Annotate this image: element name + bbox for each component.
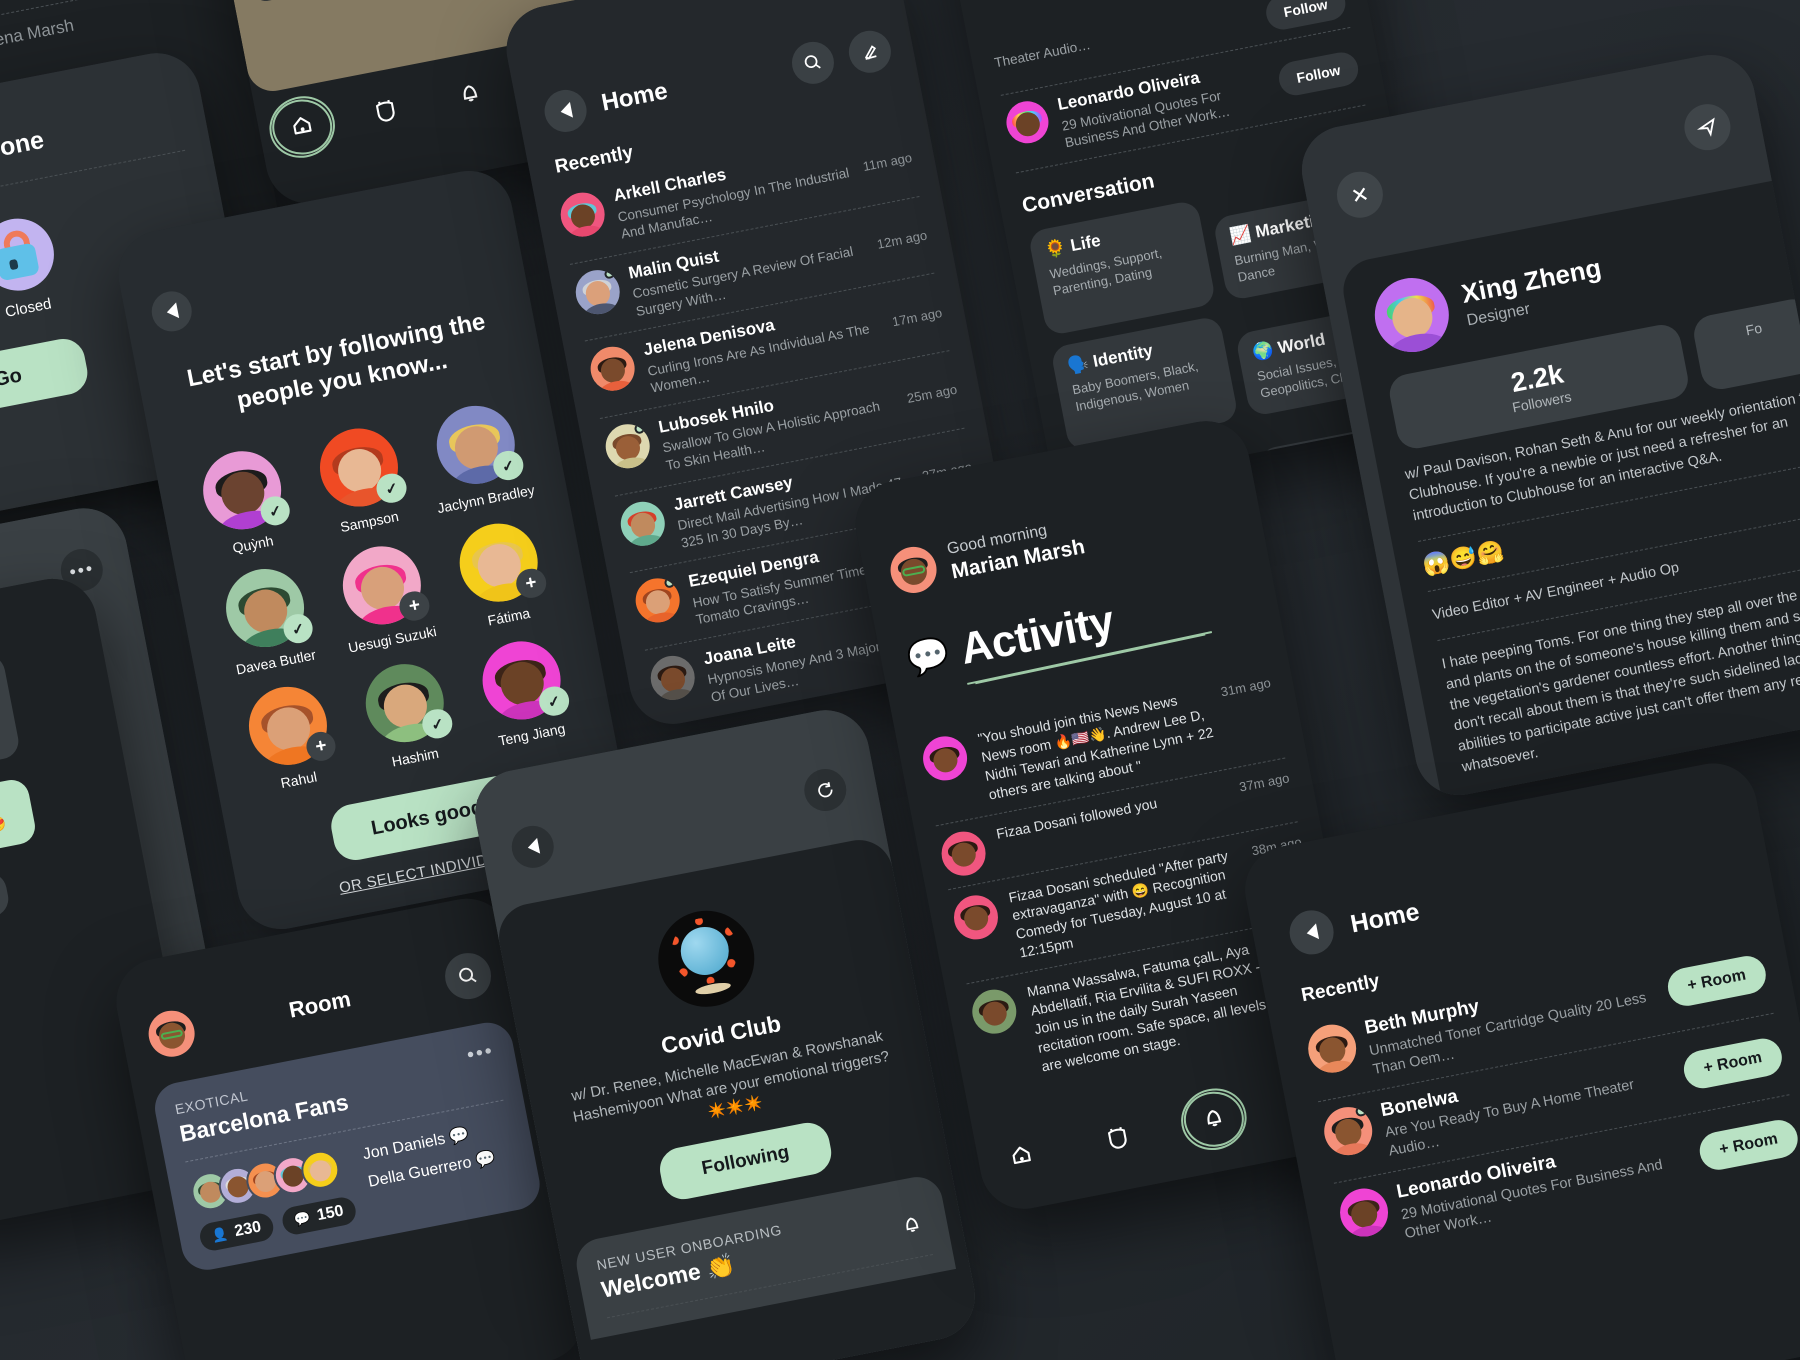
virus-icon — [650, 902, 763, 1016]
avatar — [937, 827, 990, 879]
avatar — [571, 265, 624, 318]
topic-name: Life — [1068, 230, 1103, 255]
online-badge — [1355, 1104, 1368, 1118]
person-icon: 👤 — [210, 1225, 230, 1244]
back-arrow-icon[interactable] — [508, 822, 558, 872]
chat-message-in: Despite the fact that every advertisemen… — [0, 652, 22, 802]
ellipsis-icon[interactable]: ••• — [465, 1040, 496, 1068]
speech-bubble-icon: 💬 — [904, 633, 953, 680]
listener-count: 👤 230 — [197, 1211, 276, 1253]
avatar — [1002, 97, 1053, 147]
follow-person[interactable]: ✓ Teng Jiang — [460, 632, 588, 753]
follow-person[interactable]: ✓ Jaclynn Bradley — [414, 396, 542, 517]
bell-icon[interactable] — [1172, 1079, 1255, 1159]
list-item-time: 17m ago — [890, 304, 944, 329]
page-title: Home — [1348, 897, 1422, 939]
speech-bubble-icon: 💬 — [447, 1125, 471, 1147]
list-item-time: 25m ago — [905, 381, 959, 407]
avatar — [950, 891, 1002, 943]
avatar[interactable] — [144, 1006, 199, 1061]
calendar-icon[interactable] — [1097, 1115, 1138, 1160]
list-item-time: 11m ago — [861, 150, 914, 175]
activity-time: 37m ago — [1237, 769, 1291, 795]
chat-message-in: Despite the fact that — [0, 869, 12, 952]
online-badge — [634, 422, 646, 435]
screen-profile: Xing Zheng Designer 2.2k Followers Fo w/… — [1294, 47, 1800, 803]
calendar-icon[interactable] — [365, 88, 406, 133]
lets-go-button[interactable]: Let's Go — [0, 335, 92, 431]
chat-message-out: Despite the fact that every an advertise… — [0, 776, 38, 888]
avatar — [1368, 271, 1456, 359]
lock-icon — [0, 212, 61, 297]
search-icon[interactable] — [441, 949, 496, 1004]
avatar — [646, 651, 699, 704]
bell-icon[interactable] — [449, 72, 490, 117]
showcase-canvas: News ••• Lena Marsh Start a room Open to… — [0, 0, 1800, 1360]
room-card[interactable]: EXOTICAL Barcelona Fans ••• 👤 230 💬 150 … — [150, 1018, 545, 1275]
avatar — [1319, 1102, 1377, 1159]
topic-emoji-icon: 💡 — [1273, 455, 1298, 479]
speech-bubble-icon: 💬 — [474, 1149, 497, 1170]
follow-person[interactable]: + Rahul — [227, 677, 355, 798]
topic-emoji-icon: 🌍 — [1250, 339, 1276, 363]
refresh-icon[interactable] — [800, 765, 850, 815]
follow-button[interactable]: Follow — [1275, 49, 1362, 99]
comment-icon: 💬 — [292, 1209, 312, 1228]
home-icon[interactable] — [260, 86, 344, 167]
stat-label: Fo — [1744, 319, 1764, 339]
page-title: Room — [286, 986, 353, 1023]
listener-count: 👤 49 — [249, 0, 319, 4]
add-room-button[interactable]: + Room — [1680, 1035, 1786, 1092]
topic-name: World — [1276, 329, 1327, 358]
avatar — [631, 574, 684, 627]
online-badge — [603, 268, 616, 280]
screen-home-right: Home Recently Beth Murphy Unmatched Tone… — [1237, 755, 1800, 1360]
follow-person[interactable]: ✓ Sampson — [297, 419, 425, 540]
room-type-closed[interactable]: Closed — [0, 212, 65, 323]
follow-person[interactable]: + Fátima — [437, 514, 565, 635]
add-room-button[interactable]: + Room — [1664, 953, 1770, 1010]
avatar — [586, 343, 639, 395]
avatar — [1304, 1020, 1361, 1077]
bell-icon[interactable] — [894, 1206, 930, 1246]
avatar — [616, 497, 669, 550]
follow-person[interactable]: ✓ Hashim — [343, 655, 471, 776]
follow-person[interactable]: ✓ Davea Butler — [204, 560, 332, 681]
topic-emoji-icon: 📈 — [1228, 223, 1253, 247]
avatar — [919, 732, 971, 785]
close-icon[interactable] — [1332, 167, 1387, 222]
room-type-label: Closed — [3, 295, 53, 321]
add-room-button[interactable]: + Room — [1696, 1117, 1800, 1174]
comment-count: 💬 150 — [280, 1195, 358, 1237]
follow-person[interactable]: ✓ Quỳnh — [181, 442, 309, 563]
topic-emoji-icon: 🗣️ — [1065, 352, 1091, 376]
topic-emoji-icon: 🌻 — [1043, 237, 1068, 260]
avatar — [1335, 1184, 1393, 1241]
following-button[interactable]: Following — [656, 1119, 835, 1203]
online-badge — [664, 577, 676, 589]
avatar — [968, 985, 1021, 1038]
list-item-time: 12m ago — [875, 227, 929, 252]
follow-person[interactable]: + Uesugi Suzuki — [320, 537, 448, 658]
avatar — [556, 188, 609, 241]
avatar — [601, 420, 654, 472]
share-icon[interactable] — [1680, 100, 1735, 155]
home-icon[interactable] — [1001, 1134, 1042, 1179]
activity-time: 31m ago — [1219, 675, 1272, 700]
follow-button[interactable]: Follow — [1262, 0, 1349, 33]
